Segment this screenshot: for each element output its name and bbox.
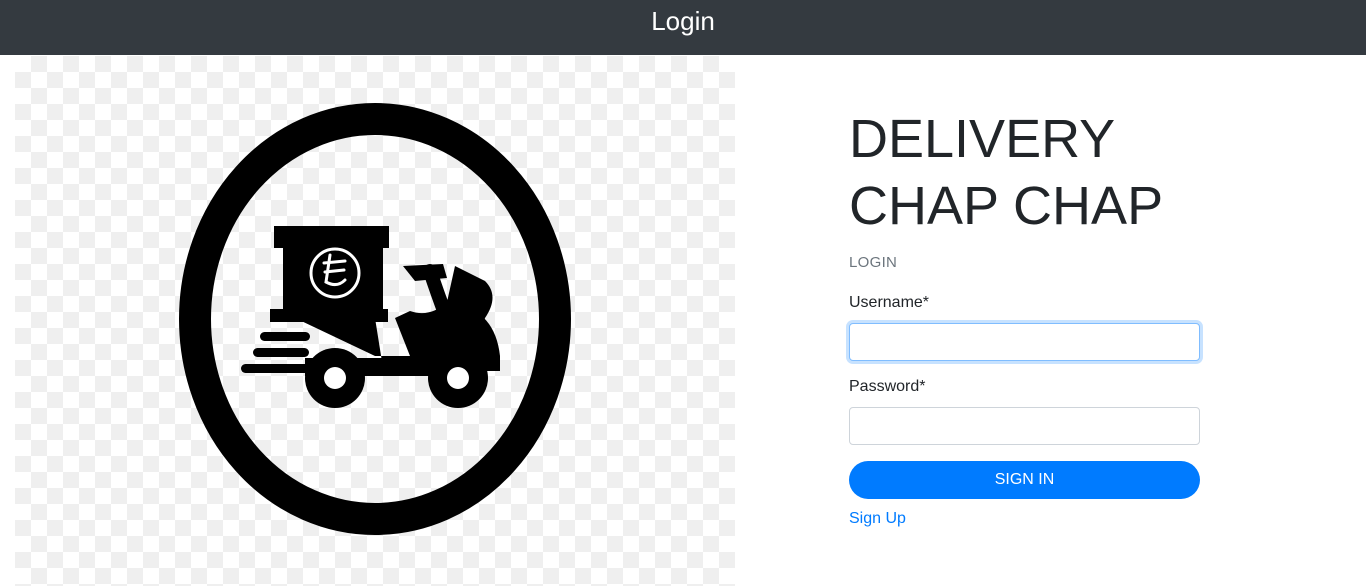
delivery-scooter-logo-icon (179, 103, 571, 535)
sign-up-link[interactable]: Sign Up (849, 510, 906, 528)
page-title: Login (651, 6, 715, 36)
speed-line-3 (260, 332, 310, 341)
password-input[interactable] (849, 407, 1200, 445)
cargo-box (283, 234, 383, 320)
top-navbar: Login (0, 0, 1366, 55)
rear-wheel-hub (324, 367, 346, 389)
password-label: Password* (849, 378, 926, 395)
login-form: DELIVERY CHAP CHAP LOGIN Username* Passw… (849, 106, 1201, 528)
logo-panel (15, 56, 735, 586)
brand-title: DELIVERY CHAP CHAP (849, 109, 1164, 236)
speed-line-2 (253, 348, 309, 357)
speed-line-1 (241, 364, 311, 373)
sign-in-button[interactable]: SIGN IN (849, 461, 1200, 499)
login-section-label: LOGIN (849, 254, 898, 271)
front-wheel-hub (447, 367, 469, 389)
username-label: Username* (849, 294, 930, 311)
username-input[interactable] (849, 323, 1200, 361)
